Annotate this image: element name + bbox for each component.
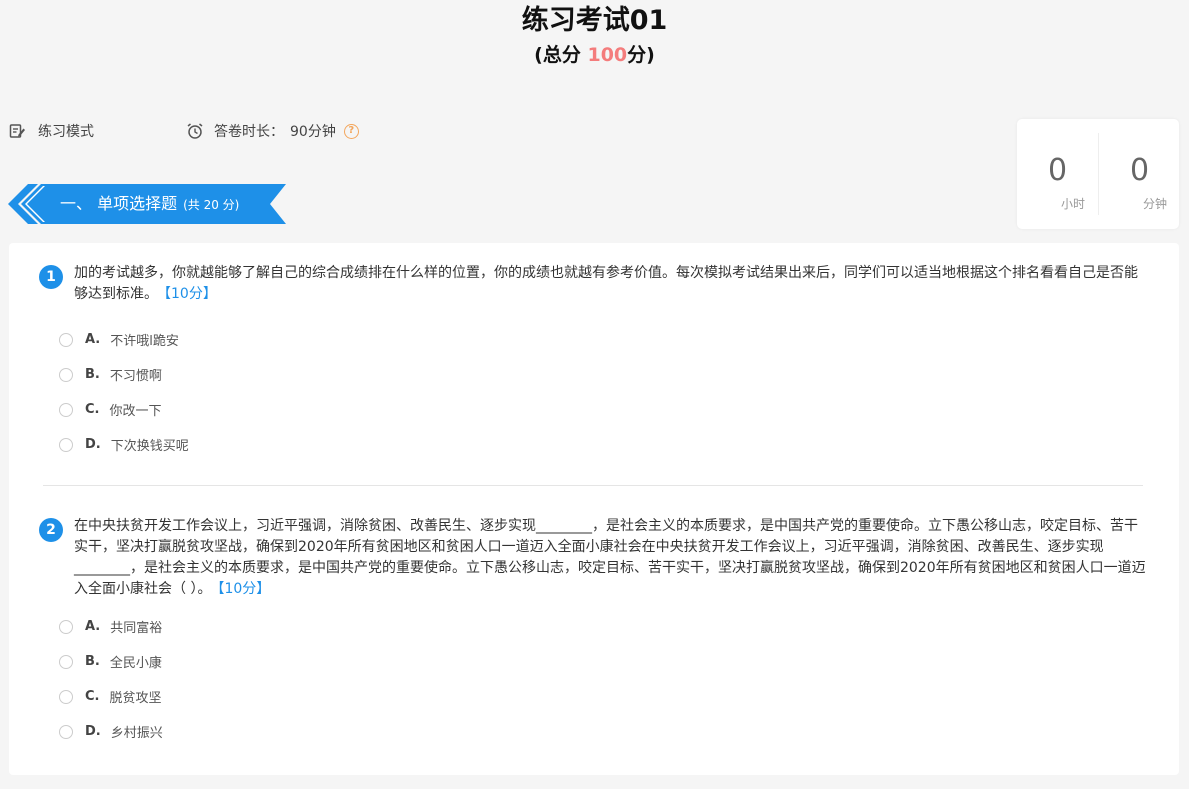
score-value: 100	[587, 44, 628, 66]
option-d[interactable]: D. 乡村振兴	[59, 714, 163, 749]
radio-button[interactable]	[59, 437, 73, 452]
score-suffix: 分)	[627, 44, 655, 66]
option-c[interactable]: C. 你改一下	[59, 392, 189, 427]
radio-button[interactable]	[59, 654, 73, 669]
option-text: 共同富裕	[110, 621, 163, 636]
timer-hours: 0 小时	[1017, 151, 1098, 212]
option-letter: A.	[85, 332, 101, 347]
timer-hours-value: 0	[1047, 153, 1068, 188]
option-letter: D.	[85, 437, 101, 452]
section-count: (共 20 分)	[183, 198, 240, 212]
duration-label: 答卷时长：	[214, 124, 284, 140]
option-letter: A.	[85, 619, 101, 634]
exam-duration: 答卷时长： 90分钟 ?	[186, 120, 359, 142]
option-letter: D.	[85, 724, 101, 739]
option-text: 下次换钱买呢	[110, 439, 189, 454]
radio-button[interactable]	[59, 724, 73, 739]
alarm-clock-icon	[186, 122, 204, 140]
option-d[interactable]: D. 下次换钱买呢	[59, 427, 189, 462]
radio-button[interactable]	[59, 689, 73, 704]
option-list: A. 不许哦l跪安 B. 不习惯啊 C. 你改一下 D. 下次换钱买呢	[59, 322, 189, 462]
radio-button[interactable]	[59, 332, 73, 347]
radio-button[interactable]	[59, 402, 73, 417]
edit-note-icon	[8, 122, 26, 140]
section-title: 一、 单项选择题	[60, 194, 178, 213]
option-list: A. 共同富裕 B. 全民小康 C. 脱贫攻坚 D. 乡村振兴	[59, 609, 163, 749]
question-stem: 加的考试越多，你就越能够了解自己的综合成绩排在什么样的位置，你的成绩也就越有参考…	[74, 265, 1138, 302]
option-text: 不习惯啊	[109, 369, 162, 384]
option-letter: C.	[85, 402, 100, 417]
duration-value: 90分钟	[290, 124, 336, 140]
option-text: 脱贫攻坚	[109, 691, 162, 706]
countdown-timer: 0 小时 0 分钟	[1017, 119, 1179, 229]
question-text: 加的考试越多，你就越能够了解自己的综合成绩排在什么样的位置，你的成绩也就越有参考…	[74, 263, 1149, 305]
exam-title: 练习考试01	[521, 5, 668, 36]
exam-mode: 练习模式	[8, 120, 94, 142]
option-text: 你改一下	[109, 404, 162, 419]
option-text: 全民小康	[109, 656, 162, 671]
option-a[interactable]: A. 不许哦l跪安	[59, 322, 189, 357]
option-text: 不许哦l跪安	[110, 334, 179, 349]
timer-minutes-value: 0	[1129, 153, 1150, 188]
timer-hours-unit: 小时	[1060, 197, 1085, 211]
option-c[interactable]: C. 脱贫攻坚	[59, 679, 163, 714]
exam-total-score: (总分 100分)	[0, 42, 1189, 68]
option-text: 乡村振兴	[110, 726, 163, 741]
option-b[interactable]: B. 全民小康	[59, 644, 163, 679]
question-number-badge: 1	[39, 265, 63, 289]
option-a[interactable]: A. 共同富裕	[59, 609, 163, 644]
option-letter: C.	[85, 689, 100, 704]
timer-minutes: 0 分钟	[1099, 151, 1180, 212]
radio-button[interactable]	[59, 619, 73, 634]
radio-button[interactable]	[59, 367, 73, 382]
question-points: 【10分】	[217, 581, 271, 597]
timer-minutes-unit: 分钟	[1142, 197, 1167, 211]
section-banner: 一、 单项选择题 (共 20 分)	[8, 184, 288, 224]
question-text: 在中央扶贫开发工作会议上，习近平强调，消除贫困、改善民生、逐步实现_______…	[74, 516, 1149, 600]
option-letter: B.	[85, 654, 100, 669]
question-number-badge: 2	[39, 518, 63, 542]
questions-card: 1 加的考试越多，你就越能够了解自己的综合成绩排在什么样的位置，你的成绩也就越有…	[9, 243, 1179, 775]
question-divider	[43, 485, 1143, 486]
question-points: 【10分】	[164, 286, 217, 302]
option-b[interactable]: B. 不习惯啊	[59, 357, 189, 392]
score-prefix: (总分	[534, 44, 588, 66]
option-letter: B.	[85, 367, 100, 382]
help-icon[interactable]: ?	[343, 123, 359, 139]
mode-label: 练习模式	[38, 124, 94, 140]
